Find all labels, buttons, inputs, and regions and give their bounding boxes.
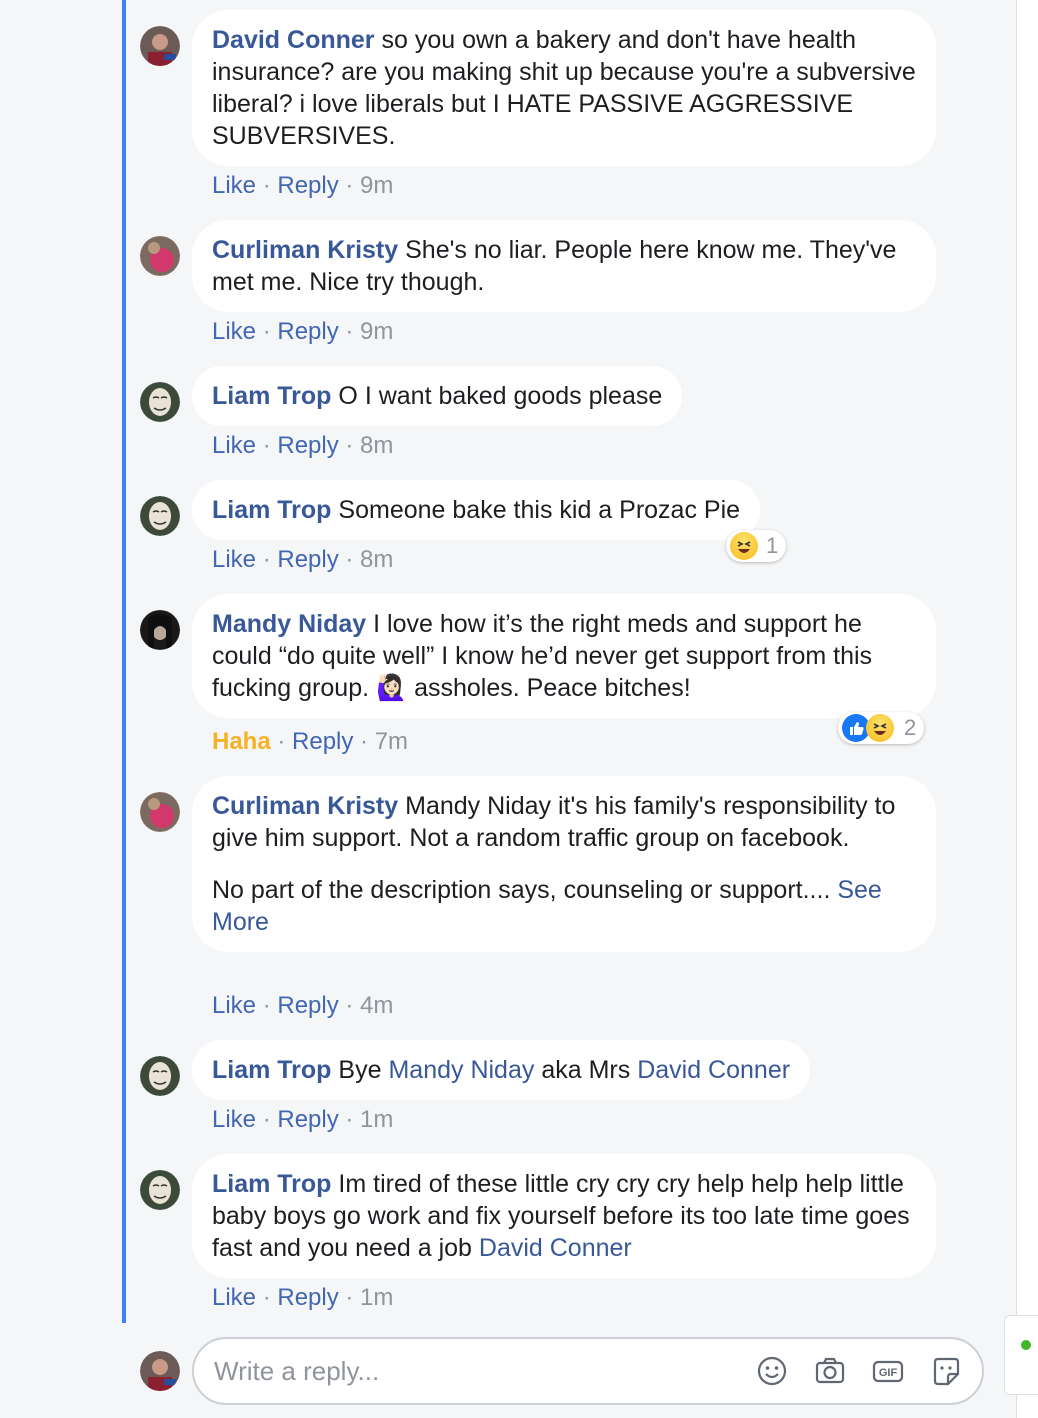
camera-icon[interactable] [812, 1353, 848, 1389]
haha-icon [730, 532, 758, 560]
comment-timestamp[interactable]: 9m [360, 318, 393, 345]
reply-button[interactable]: Reply [277, 1284, 338, 1311]
comment-actions: Like · Reply · 4m [212, 992, 394, 1019]
comment-actions: Like · Reply · 1m [212, 1106, 394, 1133]
emoji-icon[interactable] [754, 1353, 790, 1389]
reply-button[interactable]: Reply [277, 432, 338, 459]
avatar[interactable] [140, 236, 180, 276]
comment-actions: Like · Reply · 8m [212, 546, 394, 573]
comment-author[interactable]: David Conner [212, 26, 375, 54]
reply-button[interactable]: Reply [292, 728, 353, 755]
comment-bubble: Liam Trop Bye Mandy Niday aka Mrs David … [192, 1040, 811, 1100]
like-button[interactable]: Like [212, 1106, 256, 1133]
comment-author[interactable]: Mandy Niday [212, 610, 366, 638]
reply-button[interactable]: Reply [277, 1106, 338, 1133]
comment-bubble: Mandy Niday I love how it’s the right me… [192, 594, 936, 718]
comment-author[interactable]: Curliman Kristy [212, 236, 398, 264]
comment-author[interactable]: Curliman Kristy [212, 792, 398, 820]
like-button[interactable]: Like [212, 1284, 256, 1311]
comment-bubble: Curliman Kristy She's no liar. People he… [192, 220, 936, 312]
reply-button[interactable]: Reply [277, 992, 338, 1019]
comment-bubble: Liam Trop O I want baked goods please [192, 366, 683, 426]
comment-timestamp[interactable]: 1m [360, 1106, 393, 1133]
comment-text: assholes. Peace bitches! [414, 674, 691, 702]
comment-paragraph: Curliman Kristy Mandy Niday it's his fam… [212, 790, 916, 854]
avatar[interactable] [140, 1170, 180, 1210]
comment-author[interactable]: Liam Trop [212, 1170, 331, 1198]
like-button[interactable]: Like [212, 546, 256, 573]
thread-indicator-line [122, 0, 126, 1323]
reply-button[interactable]: Reply [277, 318, 338, 345]
comment-actions: Like · Reply · 9m [212, 172, 394, 199]
reaction-summary[interactable]: 1 [726, 530, 787, 562]
comment-author[interactable]: Liam Trop [212, 496, 331, 524]
comment-actions: Like · Reply · 8m [212, 432, 394, 459]
like-button[interactable]: Like [212, 432, 256, 459]
mention-link[interactable]: Mandy Niday [388, 1056, 534, 1084]
reply-tools: GIF [754, 1353, 964, 1389]
emoji: 🙋🏻‍♀️ [376, 674, 408, 702]
comment-bubble: Liam Trop Im tired of these little cry c… [192, 1154, 936, 1278]
sticker-icon[interactable] [928, 1353, 964, 1389]
comment-text: No part of the description says, counsel… [212, 876, 831, 904]
mention-link[interactable]: David Conner [637, 1056, 790, 1084]
haha-icon [866, 714, 894, 742]
comment-actions: Haha · Reply · 7m [212, 728, 409, 755]
comment-timestamp[interactable]: 9m [360, 172, 393, 199]
comment-actions: Like · Reply · 9m [212, 318, 394, 345]
comment-bubble: Liam Trop Someone bake this kid a Prozac… [192, 480, 761, 540]
online-status-dot [1021, 1340, 1031, 1350]
comment-bubble: David Conner so you own a bakery and don… [192, 10, 936, 166]
like-button[interactable]: Like [212, 318, 256, 345]
reaction-count: 2 [904, 715, 917, 740]
gif-icon[interactable]: GIF [870, 1353, 906, 1389]
comment-timestamp[interactable]: 8m [360, 546, 393, 573]
comment-timestamp[interactable]: 7m [375, 728, 408, 755]
reaction-count: 1 [766, 533, 779, 558]
avatar[interactable] [140, 382, 180, 422]
comment-text: O I want baked goods please [338, 382, 663, 410]
reaction-summary[interactable]: 2 [838, 712, 925, 744]
avatar[interactable] [140, 496, 180, 536]
comment-text: Someone bake this kid a Prozac Pie [338, 496, 741, 524]
reply-input[interactable]: Write a reply... GIF [192, 1337, 984, 1405]
comment-author[interactable]: Liam Trop [212, 1056, 331, 1084]
chat-sidebar-edge [1016, 0, 1038, 1418]
avatar[interactable] [140, 1056, 180, 1096]
comment-bubble: Curliman Kristy Mandy Niday it's his fam… [192, 776, 936, 952]
comment-timestamp[interactable]: 4m [360, 992, 393, 1019]
comment-timestamp[interactable]: 1m [360, 1284, 393, 1311]
comment-timestamp[interactable]: 8m [360, 432, 393, 459]
reply-button[interactable]: Reply [277, 546, 338, 573]
avatar[interactable] [140, 26, 180, 66]
current-user-avatar[interactable] [140, 1351, 180, 1391]
comment-text: Bye [338, 1056, 382, 1084]
like-button[interactable]: Like [212, 172, 256, 199]
avatar[interactable] [140, 792, 180, 832]
comment-text: aka Mrs [541, 1056, 631, 1084]
comment-author[interactable]: Liam Trop [212, 382, 331, 410]
mention-link[interactable]: David Conner [479, 1234, 632, 1262]
chat-tab[interactable] [1004, 1315, 1038, 1395]
reply-placeholder: Write a reply... [214, 1355, 380, 1386]
reply-button[interactable]: Reply [277, 172, 338, 199]
comment-actions: Like · Reply · 1m [212, 1284, 394, 1311]
like-button[interactable]: Like [212, 992, 256, 1019]
svg-text:GIF: GIF [879, 1367, 898, 1379]
comment-paragraph: No part of the description says, counsel… [212, 874, 916, 938]
avatar[interactable] [140, 610, 180, 650]
haha-reaction-button[interactable]: Haha [212, 728, 271, 755]
